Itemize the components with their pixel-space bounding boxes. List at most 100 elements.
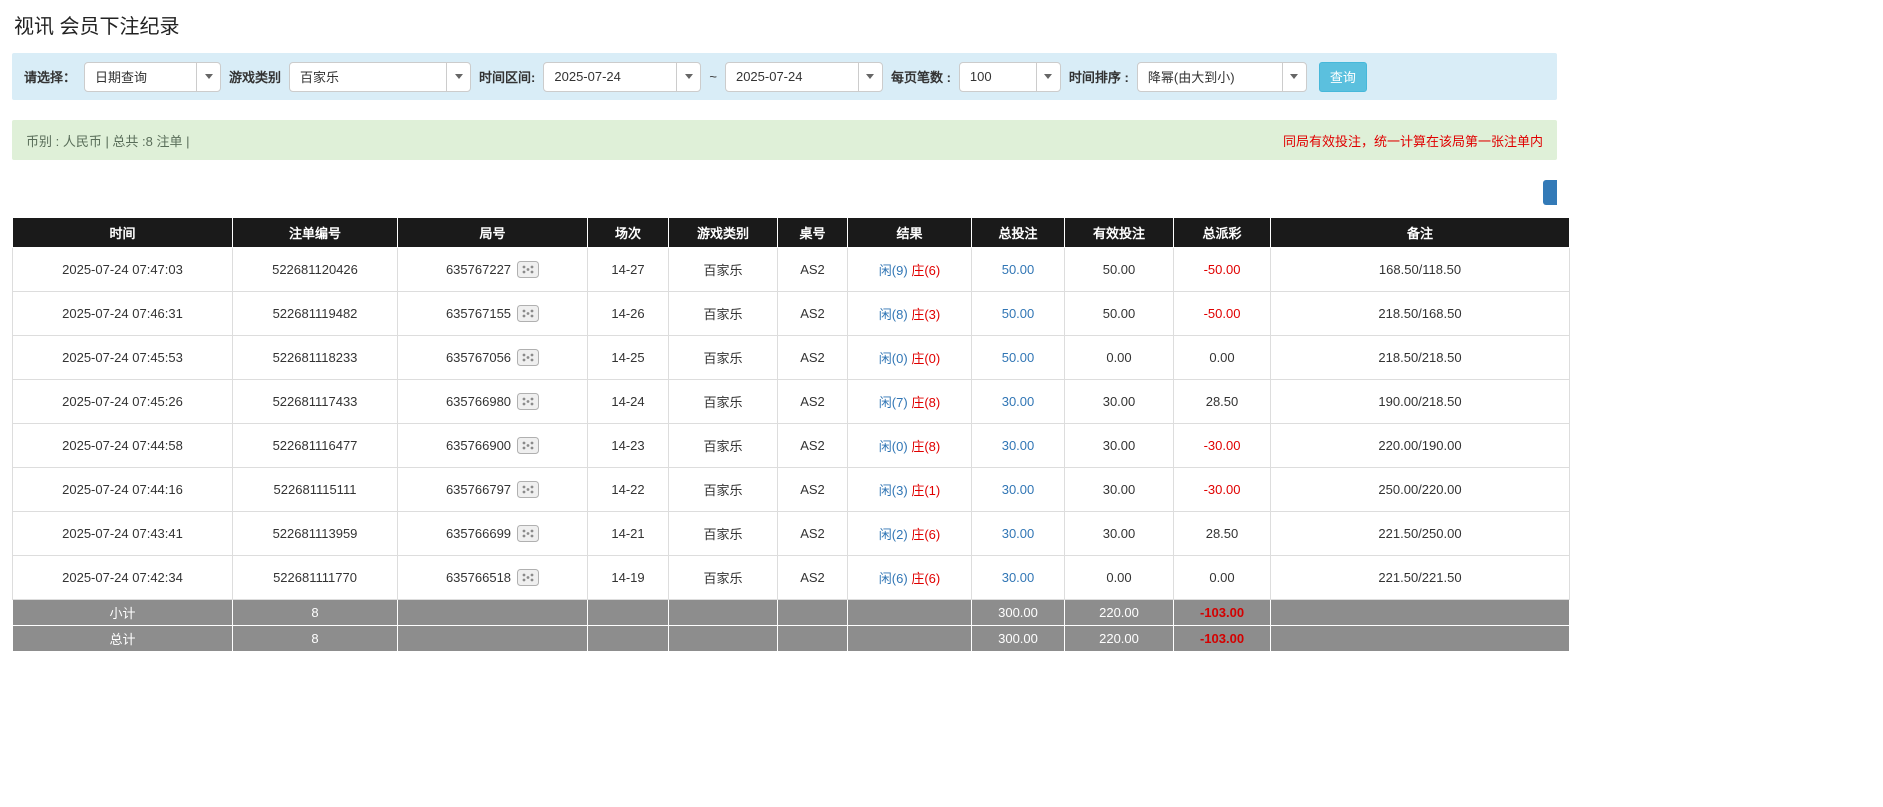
cell-time: 2025-07-24 07:44:16 bbox=[13, 468, 233, 512]
cell-payout: 28.50 bbox=[1174, 512, 1271, 556]
total-bet-link[interactable]: 30.00 bbox=[1002, 438, 1035, 453]
total-bet-link[interactable]: 30.00 bbox=[1002, 482, 1035, 497]
cell-session: 14-22 bbox=[588, 468, 669, 512]
total-bet-link[interactable]: 30.00 bbox=[1002, 570, 1035, 585]
table-body: 2025-07-24 07:47:03522681120426635767227… bbox=[13, 248, 1570, 600]
result-player: 闲(3) bbox=[879, 483, 908, 498]
game-replay-icon[interactable] bbox=[517, 305, 539, 322]
table-action-button[interactable] bbox=[1543, 180, 1557, 205]
column-header: 游戏类别 bbox=[669, 218, 778, 248]
cell-remark: 220.00/190.00 bbox=[1271, 424, 1570, 468]
summary-empty-cell bbox=[848, 600, 972, 626]
total-bet-link[interactable]: 50.00 bbox=[1002, 306, 1035, 321]
cell-session: 14-25 bbox=[588, 336, 669, 380]
game-replay-icon[interactable] bbox=[517, 349, 539, 366]
cell-payout: -30.00 bbox=[1174, 468, 1271, 512]
summary-row: 总计8300.00220.00-103.00 bbox=[13, 626, 1570, 652]
game-replay-icon[interactable] bbox=[517, 393, 539, 410]
result-player: 闲(0) bbox=[879, 439, 908, 454]
cell-session: 14-24 bbox=[588, 380, 669, 424]
chevron-down-icon bbox=[858, 63, 882, 91]
cell-round-id: 635766900 bbox=[398, 424, 588, 468]
total-bet-link[interactable]: 30.00 bbox=[1002, 394, 1035, 409]
table-row: 2025-07-24 07:44:58522681116477635766900… bbox=[13, 424, 1570, 468]
cell-total-bet: 30.00 bbox=[972, 424, 1065, 468]
result-banker: 庄(6) bbox=[911, 527, 940, 542]
cell-valid-bet: 50.00 bbox=[1065, 248, 1174, 292]
summary-empty-cell bbox=[1271, 626, 1570, 652]
game-replay-icon[interactable] bbox=[517, 525, 539, 542]
round-number: 635766980 bbox=[446, 394, 511, 409]
game-type-label: 游戏类别 bbox=[229, 67, 281, 86]
game-replay-icon[interactable] bbox=[517, 481, 539, 498]
cell-session: 14-23 bbox=[588, 424, 669, 468]
cell-total-bet: 30.00 bbox=[972, 512, 1065, 556]
cell-game-type: 百家乐 bbox=[669, 512, 778, 556]
round-number: 635766518 bbox=[446, 570, 511, 585]
date-to-select[interactable]: 2025-07-24 bbox=[725, 62, 883, 92]
cell-payout: -30.00 bbox=[1174, 424, 1271, 468]
time-range-label: 时间区间: bbox=[479, 67, 535, 86]
game-type-select[interactable]: 百家乐 bbox=[289, 62, 471, 92]
table-row: 2025-07-24 07:44:16522681115111635766797… bbox=[13, 468, 1570, 512]
cell-remark: 218.50/168.50 bbox=[1271, 292, 1570, 336]
table-row: 2025-07-24 07:47:03522681120426635767227… bbox=[13, 248, 1570, 292]
info-bar: 币别 : 人民币 | 总共 :8 注单 | 同局有效投注，统一计算在该局第一张注… bbox=[12, 120, 1557, 160]
cell-valid-bet: 30.00 bbox=[1065, 468, 1174, 512]
result-player: 闲(2) bbox=[879, 527, 908, 542]
sort-order-select[interactable]: 降幂(由大到小) bbox=[1137, 62, 1307, 92]
summary-total-bet: 300.00 bbox=[972, 626, 1065, 652]
search-button[interactable]: 查询 bbox=[1319, 62, 1367, 92]
cell-total-bet: 50.00 bbox=[972, 292, 1065, 336]
summary-empty-cell bbox=[778, 600, 848, 626]
date-to-value: 2025-07-24 bbox=[726, 69, 858, 84]
game-replay-icon[interactable] bbox=[517, 437, 539, 454]
summary-payout-value: -103.00 bbox=[1200, 631, 1244, 646]
per-page-select[interactable]: 100 bbox=[959, 62, 1061, 92]
cell-game-type: 百家乐 bbox=[669, 292, 778, 336]
summary-total-bet: 300.00 bbox=[972, 600, 1065, 626]
cell-game-type: 百家乐 bbox=[669, 424, 778, 468]
cell-result: 闲(2) 庄(6) bbox=[848, 512, 972, 556]
table-row: 2025-07-24 07:45:53522681118233635767056… bbox=[13, 336, 1570, 380]
select-mode-label: 请选择： bbox=[24, 67, 76, 86]
chevron-down-icon bbox=[446, 63, 470, 91]
cell-round-id: 635766699 bbox=[398, 512, 588, 556]
cell-valid-bet: 0.00 bbox=[1065, 556, 1174, 600]
game-replay-icon[interactable] bbox=[517, 569, 539, 586]
cell-table-no: AS2 bbox=[778, 336, 848, 380]
cell-time: 2025-07-24 07:45:26 bbox=[13, 380, 233, 424]
cell-payout: 0.00 bbox=[1174, 336, 1271, 380]
total-bet-link[interactable]: 30.00 bbox=[1002, 526, 1035, 541]
payout-value: 0.00 bbox=[1209, 570, 1234, 585]
column-header: 局号 bbox=[398, 218, 588, 248]
cell-round-id: 635767056 bbox=[398, 336, 588, 380]
column-header: 总投注 bbox=[972, 218, 1065, 248]
filter-bar: 请选择： 日期查询 游戏类别 百家乐 时间区间: 2025-07-24 ~ 20… bbox=[12, 53, 1557, 100]
total-bet-link[interactable]: 50.00 bbox=[1002, 350, 1035, 365]
cell-valid-bet: 30.00 bbox=[1065, 424, 1174, 468]
date-from-select[interactable]: 2025-07-24 bbox=[543, 62, 701, 92]
game-replay-icon[interactable] bbox=[517, 261, 539, 278]
cell-session: 14-27 bbox=[588, 248, 669, 292]
cell-result: 闲(6) 庄(6) bbox=[848, 556, 972, 600]
column-header: 注单编号 bbox=[233, 218, 398, 248]
summary-empty-cell bbox=[778, 626, 848, 652]
cell-bet-id: 522681111770 bbox=[233, 556, 398, 600]
header-row: 时间注单编号局号场次游戏类别桌号结果总投注有效投注总派彩备注 bbox=[13, 218, 1570, 248]
payout-value: 0.00 bbox=[1209, 350, 1234, 365]
sort-order-value: 降幂(由大到小) bbox=[1138, 67, 1282, 86]
per-page-label: 每页笔数 : bbox=[891, 67, 951, 86]
cell-payout: -50.00 bbox=[1174, 292, 1271, 336]
result-banker: 庄(1) bbox=[911, 483, 940, 498]
summary-empty-cell bbox=[588, 626, 669, 652]
chevron-down-icon bbox=[1282, 63, 1306, 91]
cell-result: 闲(8) 庄(3) bbox=[848, 292, 972, 336]
total-bet-link[interactable]: 50.00 bbox=[1002, 262, 1035, 277]
cell-total-bet: 30.00 bbox=[972, 556, 1065, 600]
cell-valid-bet: 0.00 bbox=[1065, 336, 1174, 380]
result-banker: 庄(6) bbox=[911, 263, 940, 278]
cell-bet-id: 522681115111 bbox=[233, 468, 398, 512]
cell-payout: 0.00 bbox=[1174, 556, 1271, 600]
date-mode-select[interactable]: 日期查询 bbox=[84, 62, 221, 92]
